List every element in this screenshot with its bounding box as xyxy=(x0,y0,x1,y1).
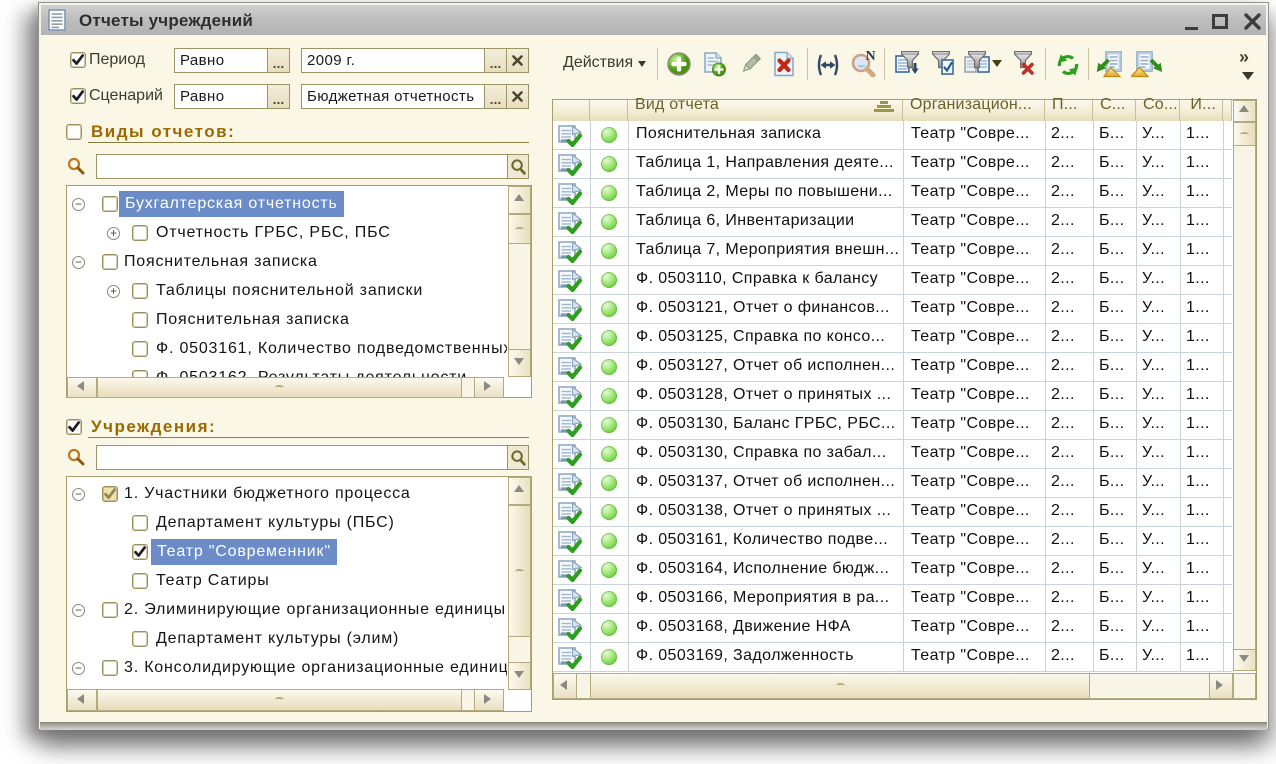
svg-text:N: N xyxy=(866,50,876,64)
